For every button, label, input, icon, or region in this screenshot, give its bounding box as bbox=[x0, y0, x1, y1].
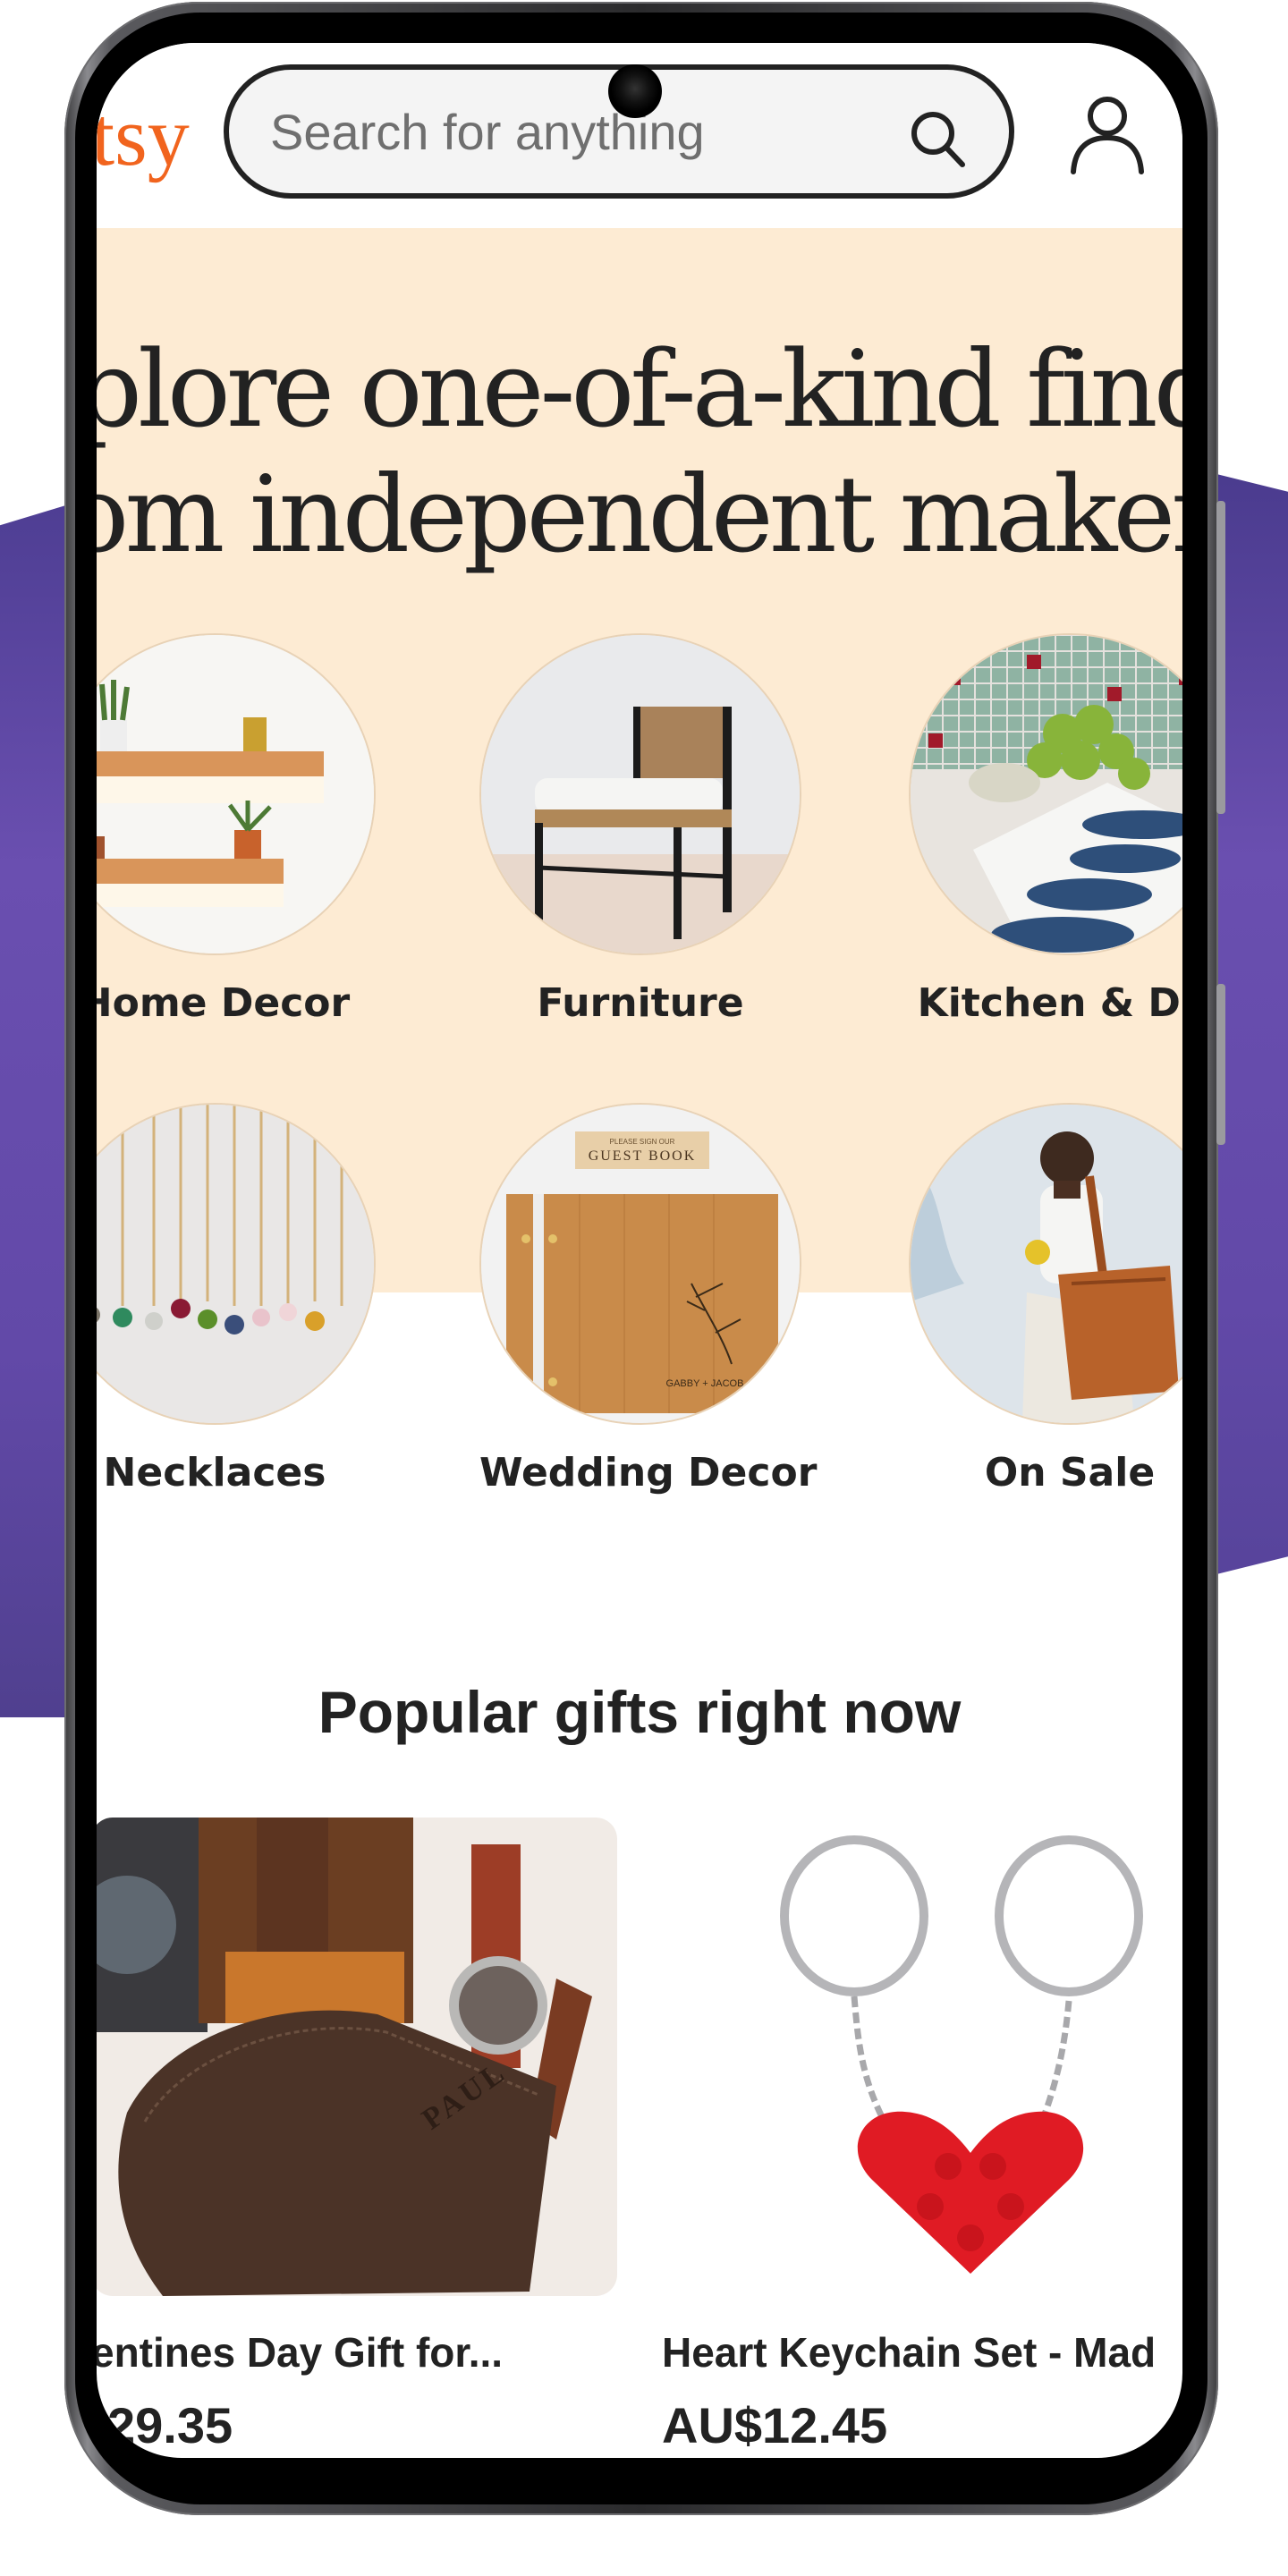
search-input[interactable] bbox=[270, 70, 896, 193]
phone-screen: tsy xplore one-of-a-kind finds rom indep… bbox=[97, 43, 1182, 2458]
guestbook-names-text: GABBY + JACOB bbox=[666, 1378, 744, 1389]
user-account-icon[interactable] bbox=[1063, 89, 1152, 179]
category-label: Furniture bbox=[537, 980, 744, 1026]
app-header: tsy bbox=[97, 43, 1182, 226]
product-card[interactable]: Heart Keychain Set - Mad AU$12.45 bbox=[662, 1818, 1182, 2454]
category-label: Home Decor bbox=[97, 980, 351, 1026]
search-icon[interactable] bbox=[907, 107, 970, 170]
product-title[interactable]: entines Day Gift for... bbox=[97, 2328, 617, 2377]
category-kitchen-dining[interactable]: Kitchen & Din bbox=[909, 633, 1182, 1026]
product-card[interactable]: PAUL entines Day Gift for... 29.35 bbox=[97, 1818, 617, 2454]
leather-wallet-image[interactable]: PAUL bbox=[97, 1818, 617, 2296]
hero-headline-line-2: rom independent makers bbox=[97, 453, 1182, 576]
popular-gifts-heading: Popular gifts right now bbox=[318, 1679, 962, 1745]
etsy-logo[interactable]: tsy bbox=[97, 95, 190, 179]
category-label: Wedding Decor bbox=[479, 1450, 818, 1496]
heart-keychain-image[interactable] bbox=[662, 1818, 1182, 2296]
gemstone-necklaces-image bbox=[97, 1103, 376, 1425]
front-camera bbox=[608, 64, 662, 118]
category-home-decor[interactable]: Home Decor bbox=[97, 633, 376, 1026]
category-furniture[interactable]: Furniture bbox=[479, 633, 801, 1026]
category-label: On Sale bbox=[984, 1450, 1156, 1496]
fish-towel-image bbox=[909, 633, 1182, 955]
leather-tote-image bbox=[909, 1103, 1182, 1425]
hero-headline: xplore one-of-a-kind finds rom independe… bbox=[97, 326, 1182, 577]
volume-button bbox=[1216, 501, 1225, 814]
chair-image bbox=[479, 633, 801, 955]
category-label: Necklaces bbox=[103, 1450, 326, 1496]
product-price: AU$12.45 bbox=[662, 2397, 888, 2453]
product-price: 29.35 bbox=[107, 2397, 233, 2453]
category-on-sale[interactable]: On Sale bbox=[909, 1103, 1182, 1496]
power-button bbox=[1216, 984, 1225, 1145]
floating-shelves-image bbox=[97, 633, 376, 955]
guest-book-image: PLEASE SIGN OUR GUEST BOOK GABBY + JACOB bbox=[479, 1103, 801, 1425]
guestbook-title-text: GUEST BOOK bbox=[589, 1148, 697, 1164]
category-wedding-decor[interactable]: PLEASE SIGN OUR GUEST BOOK GABBY + JACOB… bbox=[479, 1103, 818, 1496]
hero-headline-line-1: xplore one-of-a-kind finds bbox=[97, 327, 1182, 451]
category-necklaces[interactable]: Necklaces bbox=[97, 1103, 376, 1496]
guestbook-small-text: PLEASE SIGN OUR bbox=[610, 1138, 675, 1146]
category-label: Kitchen & Din bbox=[917, 980, 1182, 1026]
product-title[interactable]: Heart Keychain Set - Mad bbox=[662, 2328, 1182, 2377]
